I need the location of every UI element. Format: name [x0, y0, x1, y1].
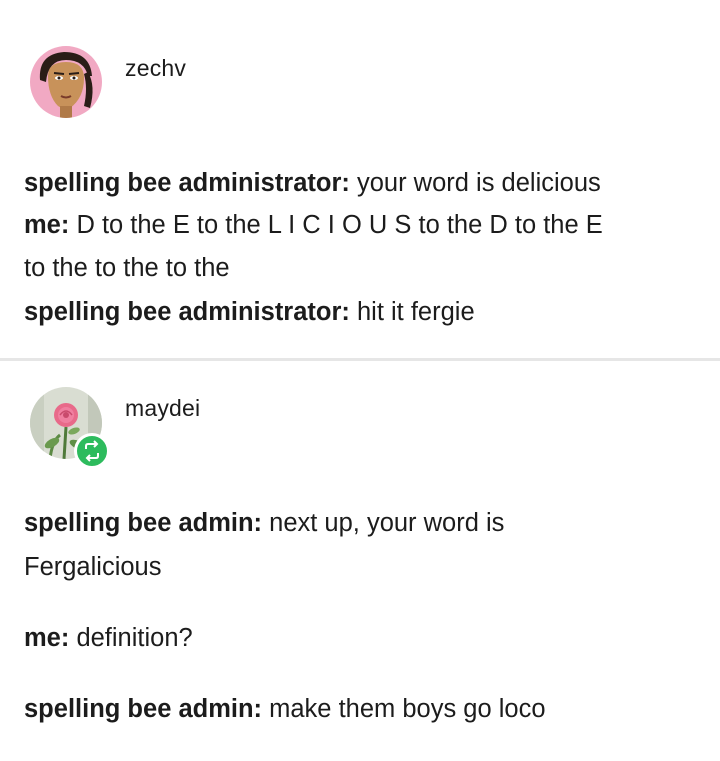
line-text: next up, your word is — [262, 509, 505, 537]
post-line: spelling bee admin: make them boys go lo… — [24, 694, 546, 724]
avatar-illustrated-face-icon[interactable] — [30, 46, 102, 118]
username-maydei[interactable]: maydei — [125, 395, 200, 422]
post-line: me: definition? — [24, 623, 193, 653]
post-line: to the to the to the — [24, 253, 230, 283]
line-text: definition? — [69, 624, 193, 652]
post-line: Fergalicious — [24, 552, 161, 582]
reblog-icon — [74, 433, 110, 469]
line-text: Fergalicious — [24, 553, 162, 581]
line-text: to the to the to the — [24, 254, 230, 282]
post-line: spelling bee administrator: your word is… — [24, 168, 601, 198]
speaker-label: spelling bee admin: — [24, 695, 263, 723]
line-text: D to the E to the L I C I O U S to the D… — [69, 211, 603, 239]
line-text: your word is delicious — [349, 169, 601, 197]
line-text: hit it fergie — [349, 298, 475, 326]
post-line: me: D to the E to the L I C I O U S to t… — [24, 210, 603, 240]
speaker-label: me: — [24, 624, 70, 652]
post-maydei: maydei spelling bee admin: next up, your… — [0, 361, 720, 761]
speaker-label: me: — [24, 211, 70, 239]
speaker-label: spelling bee administrator: — [24, 169, 350, 197]
line-text: make them boys go loco — [262, 695, 546, 723]
username-zechv[interactable]: zechv — [125, 55, 186, 82]
speaker-label: spelling bee administrator: — [24, 298, 350, 326]
post-zechv: zechv spelling bee administrator: your w… — [0, 0, 720, 360]
speaker-label: spelling bee admin: — [24, 509, 263, 537]
post-line: spelling bee admin: next up, your word i… — [24, 508, 504, 538]
post-line: spelling bee administrator: hit it fergi… — [24, 297, 475, 327]
